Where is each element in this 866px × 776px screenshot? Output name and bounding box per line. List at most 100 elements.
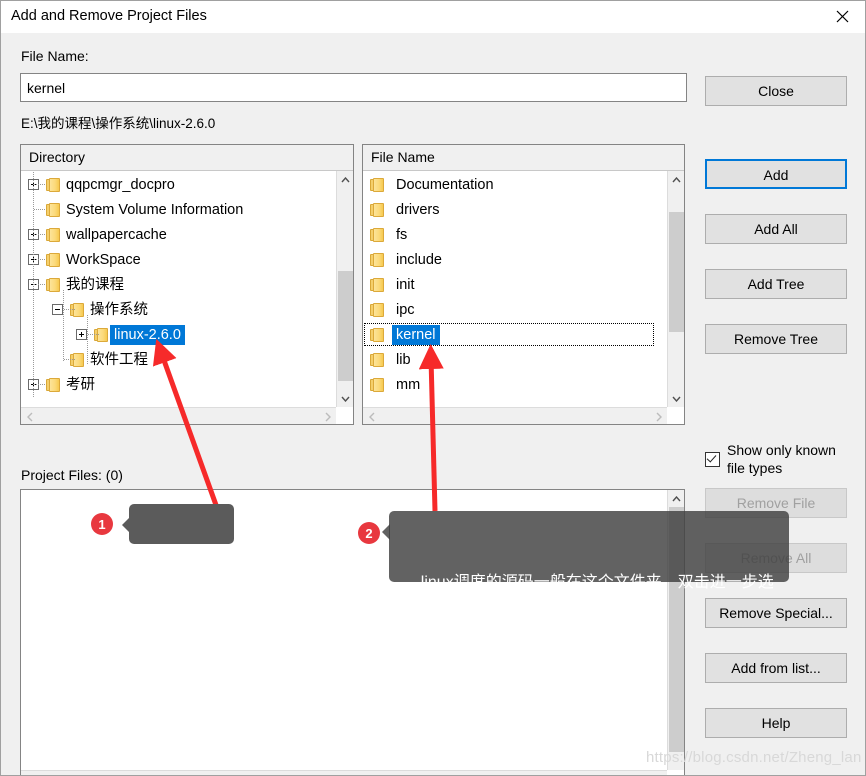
tree-connector-line <box>63 290 64 362</box>
directory-tree-item-label: System Volume Information <box>66 201 244 218</box>
file-list-panel-header: File Name <box>363 145 684 171</box>
watermark: https://blog.csdn.net/Zheng_lan <box>646 749 862 766</box>
directory-horizontal-scrollbar[interactable] <box>21 407 336 424</box>
directory-tree-item-label: 软件工程 <box>90 351 148 368</box>
file-list-item-label: mm <box>396 376 421 393</box>
directory-tree-item-label: qqpcmgr_docpro <box>66 176 175 193</box>
directory-vertical-scrollbar[interactable] <box>336 171 353 407</box>
file-list-item[interactable]: mm <box>364 372 656 397</box>
directory-tree-item-label: 我的课程 <box>66 276 124 293</box>
directory-tree-item-label: WorkSpace <box>66 251 141 268</box>
directory-tree-item[interactable]: wallpapercache <box>22 222 325 247</box>
file-vertical-scrollbar[interactable] <box>667 171 684 407</box>
scroll-up-icon[interactable] <box>337 171 354 188</box>
file-list-item[interactable]: lib <box>364 347 656 372</box>
file-list-item-label: include <box>396 251 442 268</box>
file-list-item[interactable]: fs <box>364 222 656 247</box>
folder-icon <box>370 327 386 342</box>
close-icon[interactable] <box>819 1 865 32</box>
scroll-right-icon[interactable] <box>650 408 667 425</box>
add-button[interactable]: Add <box>705 159 847 189</box>
tree-connector-line <box>34 234 46 235</box>
directory-tree-item-label: 操作系统 <box>90 301 148 318</box>
file-list-item-label: init <box>396 276 415 293</box>
tree-connector-line <box>64 309 76 310</box>
scroll-left-icon[interactable] <box>21 771 38 775</box>
project-files-label: Project Files: (0) <box>21 467 123 483</box>
file-list-item-label: kernel <box>392 324 440 345</box>
expand-icon[interactable] <box>76 329 87 340</box>
directory-tree-item[interactable]: System Volume Information <box>22 197 325 222</box>
remove-special-button[interactable]: Remove Special... <box>705 598 847 628</box>
add-tree-button[interactable]: Add Tree <box>705 269 847 299</box>
file-list-item[interactable]: kernel <box>364 322 656 347</box>
directory-tree-item[interactable]: 我的课程 <box>22 272 325 297</box>
file-horizontal-scrollbar[interactable] <box>363 407 667 424</box>
file-list-item-label: ipc <box>396 301 415 318</box>
folder-icon <box>370 377 386 392</box>
help-button[interactable]: Help <box>705 708 847 738</box>
directory-tree[interactable]: qqpcmgr_docpro System Volume Information w… <box>22 172 325 398</box>
annotation-badge-2: 2 <box>358 522 380 544</box>
callout-notch-icon <box>122 517 130 533</box>
show-known-file-types-checkbox[interactable]: Show only known file types <box>705 441 855 477</box>
directory-scroll-thumb[interactable] <box>338 271 353 381</box>
project-horizontal-scrollbar[interactable] <box>21 770 667 775</box>
title-bar: Add and Remove Project Files <box>1 1 865 33</box>
directory-tree-item[interactable]: 考研 <box>22 372 325 397</box>
directory-tree-item[interactable]: linux-2.6.0 <box>22 322 325 347</box>
file-scroll-thumb[interactable] <box>669 212 684 332</box>
file-list-item-label: fs <box>396 226 408 243</box>
scroll-up-icon[interactable] <box>668 171 685 188</box>
folder-icon <box>46 202 62 217</box>
callout-notch-icon <box>382 524 390 540</box>
annotation-callout-2: linux调度的源码一般在这个文件夹，双击进一步选择 <box>382 511 789 617</box>
file-list-panel-header-label: File Name <box>371 149 435 165</box>
filename-input[interactable] <box>20 73 687 102</box>
tree-connector-line <box>87 315 88 365</box>
add-all-button[interactable]: Add All <box>705 214 847 244</box>
file-list-item[interactable]: ipc <box>364 297 656 322</box>
checkbox-box[interactable] <box>705 451 720 467</box>
filename-label: File Name: <box>21 48 89 64</box>
collapse-icon[interactable] <box>52 304 63 315</box>
scroll-down-icon[interactable] <box>668 390 685 407</box>
remove-tree-button[interactable]: Remove Tree <box>705 324 847 354</box>
directory-panel: Directory qqpcmgr_docpro System Volume In… <box>20 144 354 425</box>
tree-connector-line <box>33 172 34 398</box>
file-list-item-label: drivers <box>396 201 440 218</box>
scroll-down-icon[interactable] <box>667 770 684 775</box>
scroll-up-icon[interactable] <box>668 490 685 507</box>
file-list-item-label: lib <box>396 351 411 368</box>
file-list-item[interactable]: drivers <box>364 197 656 222</box>
tree-connector-line <box>88 334 100 335</box>
directory-tree-item[interactable]: WorkSpace <box>22 247 325 272</box>
scroll-left-icon[interactable] <box>363 408 380 425</box>
scroll-right-icon[interactable] <box>319 408 336 425</box>
directory-tree-item[interactable]: qqpcmgr_docpro <box>22 172 325 197</box>
tree-connector-line <box>34 284 46 285</box>
folder-icon <box>370 352 386 367</box>
close-button[interactable]: Close <box>705 76 847 106</box>
file-list-item[interactable]: init <box>364 272 656 297</box>
scroll-right-icon[interactable] <box>650 771 667 775</box>
folder-icon <box>46 227 62 242</box>
show-known-file-types-label: Show only known file types <box>727 442 836 476</box>
folder-icon <box>46 377 62 392</box>
scroll-down-icon[interactable] <box>337 390 354 407</box>
directory-tree-item-label: 考研 <box>66 376 95 393</box>
tree-connector-line <box>64 359 76 360</box>
folder-icon <box>370 227 386 242</box>
directory-panel-header-label: Directory <box>29 149 86 165</box>
file-list-item-label: Documentation <box>396 176 494 193</box>
add-remove-project-files-dialog: Add and Remove Project Files File Name: … <box>0 0 866 776</box>
annotation-callout-1: linux源码 <box>122 504 234 610</box>
file-list-item[interactable]: Documentation <box>364 172 656 197</box>
folder-icon <box>46 277 62 292</box>
add-from-list-button[interactable]: Add from list... <box>705 653 847 683</box>
file-list-item[interactable]: include <box>364 247 656 272</box>
file-list[interactable]: Documentation drivers fs include init ipc kern… <box>364 172 656 398</box>
directory-tree-item-label: wallpapercache <box>66 226 167 243</box>
scroll-left-icon[interactable] <box>21 408 38 425</box>
